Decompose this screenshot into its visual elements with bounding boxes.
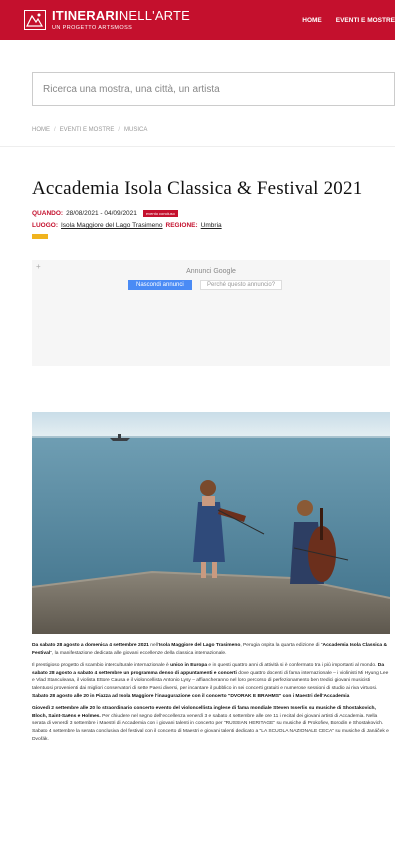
logo-icon[interactable]	[24, 10, 46, 30]
article-text: e in questi quattro anni di attività si …	[207, 663, 378, 669]
event-photo	[32, 412, 390, 634]
article-text: Il prestigioso progetto di scambio inter…	[32, 663, 171, 669]
photo-illustration	[32, 412, 390, 634]
nav-item-home[interactable]: HOME	[302, 17, 322, 24]
article-bold: Sabato 28 agosto alle 20 in Piazza ad Is…	[32, 693, 350, 699]
event-location: LUOGO: Isola Maggiore del Lago Trasimeno…	[32, 222, 222, 229]
article-text: , Perugia ospita la quarta edizione di "	[240, 643, 323, 648]
article-paragraph: Giovedì 2 settembre alle 20 lo straordin…	[32, 705, 390, 743]
article-paragraph: Da sabato 28 agosto a domenica 4 settemb…	[32, 642, 390, 657]
breadcrumb-separator: /	[54, 127, 56, 133]
when-label: QUANDO:	[32, 210, 64, 217]
nav-item-eventi[interactable]: EVENTI E MOSTRE	[336, 17, 395, 24]
breadcrumb-musica[interactable]: MUSICA	[124, 127, 147, 133]
dates-value: 28/08/2021 - 04/09/2021	[66, 210, 137, 217]
article-paragraph: Il prestigioso progetto di scambio inter…	[32, 662, 390, 700]
hide-ads-button[interactable]: Nascondi annunci	[128, 280, 192, 290]
breadcrumb-separator: /	[118, 127, 121, 133]
ad-label: Annunci Google	[186, 268, 236, 275]
brand-light: NELL'ARTE	[118, 8, 191, 23]
google-ad-block: + Annunci Google Nascondi annunci Perché…	[32, 260, 390, 366]
region-label: REGIONE:	[165, 222, 198, 229]
article-text: nell'	[148, 643, 159, 648]
status-badge: evento concluso	[142, 210, 178, 217]
page-title: Accademia Isola Classica & Festival 2021	[32, 178, 363, 199]
top-header-bar: ITINERARINELL'ARTE UN PROGETTO ARTSMOSS …	[0, 0, 395, 40]
place-link[interactable]: Isola Maggiore del Lago Trasimeno	[61, 222, 163, 229]
breadcrumb: HOME / EVENTI E MOSTRE / MUSICA	[32, 127, 147, 133]
main-nav: HOME EVENTI E MOSTRE	[302, 17, 395, 24]
article-bold: Da sabato 28 agosto a domenica 4 settemb…	[32, 643, 149, 648]
brand-tagline: UN PROGETTO ARTSMOSS	[52, 25, 133, 31]
category-tag[interactable]	[32, 234, 48, 239]
search-box	[32, 72, 395, 106]
breadcrumb-home[interactable]: HOME	[32, 127, 50, 133]
region-link[interactable]: Umbria	[201, 222, 222, 229]
why-this-ad-button[interactable]: Perché questo annuncio?	[200, 280, 283, 290]
article-bold: unico in Europa	[170, 663, 208, 669]
event-dates: QUANDO: 28/08/2021 - 04/09/2021 evento c…	[32, 210, 178, 217]
brand-bold: ITINERARI	[52, 8, 119, 23]
article-body: Da sabato 28 agosto a domenica 4 settemb…	[32, 642, 390, 748]
article-bold: Isola Maggiore del Lago Trasimeno	[158, 643, 241, 648]
article-text: ", la manifestazione dedicata alle giova…	[50, 650, 227, 656]
brand-logo[interactable]: ITINERARINELL'ARTE	[52, 8, 190, 23]
divider	[0, 146, 395, 147]
where-label: LUOGO:	[32, 222, 58, 229]
breadcrumb-eventi[interactable]: EVENTI E MOSTRE	[60, 127, 115, 133]
search-input[interactable]	[33, 73, 394, 105]
